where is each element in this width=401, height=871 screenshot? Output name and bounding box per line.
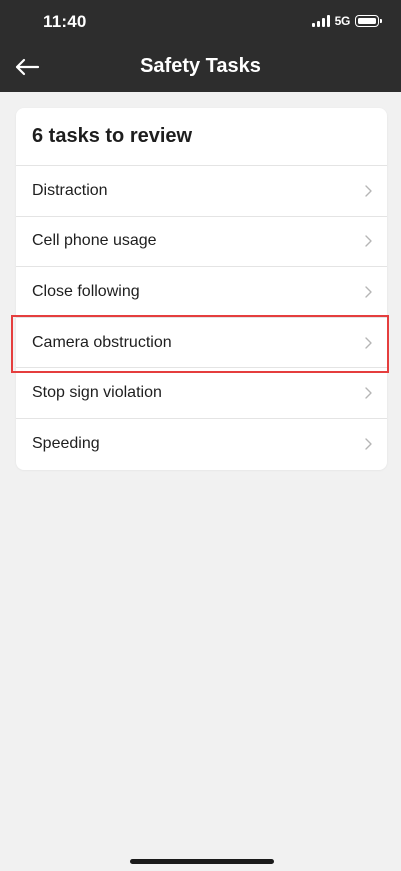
task-label: Cell phone usage bbox=[32, 232, 157, 250]
chevron-right-icon bbox=[365, 387, 372, 399]
task-label: Camera obstruction bbox=[32, 333, 172, 351]
task-label: Distraction bbox=[32, 181, 108, 199]
home-indicator bbox=[130, 859, 274, 864]
chevron-right-icon bbox=[365, 286, 372, 298]
task-item-distraction[interactable]: Distraction bbox=[16, 166, 387, 217]
card-title: 6 tasks to review bbox=[16, 108, 387, 166]
task-item-camera-obstruction[interactable]: Camera obstruction bbox=[16, 318, 387, 369]
task-item-speeding[interactable]: Speeding bbox=[16, 419, 387, 470]
status-indicators: 5G bbox=[311, 14, 382, 28]
app-header: 11:40 5G Safety Tasks bbox=[0, 0, 401, 92]
task-item-cell-phone-usage[interactable]: Cell phone usage bbox=[16, 217, 387, 268]
status-time: 11:40 bbox=[43, 12, 87, 31]
chevron-right-icon bbox=[365, 235, 372, 248]
signal-icon bbox=[311, 15, 330, 27]
network-label: 5G bbox=[334, 14, 351, 28]
battery-icon bbox=[355, 15, 382, 27]
task-label: Speeding bbox=[32, 435, 100, 453]
chevron-right-icon bbox=[365, 336, 372, 349]
tasks-card: 6 tasks to review Distraction Cell phone… bbox=[16, 108, 387, 470]
task-item-stop-sign-violation[interactable]: Stop sign violation bbox=[16, 368, 387, 419]
task-label: Close following bbox=[32, 282, 140, 300]
chevron-right-icon bbox=[365, 438, 372, 450]
chevron-right-icon bbox=[365, 185, 372, 197]
task-item-close-following[interactable]: Close following bbox=[16, 267, 387, 318]
page-title: Safety Tasks bbox=[140, 55, 261, 77]
task-label: Stop sign violation bbox=[32, 384, 162, 402]
